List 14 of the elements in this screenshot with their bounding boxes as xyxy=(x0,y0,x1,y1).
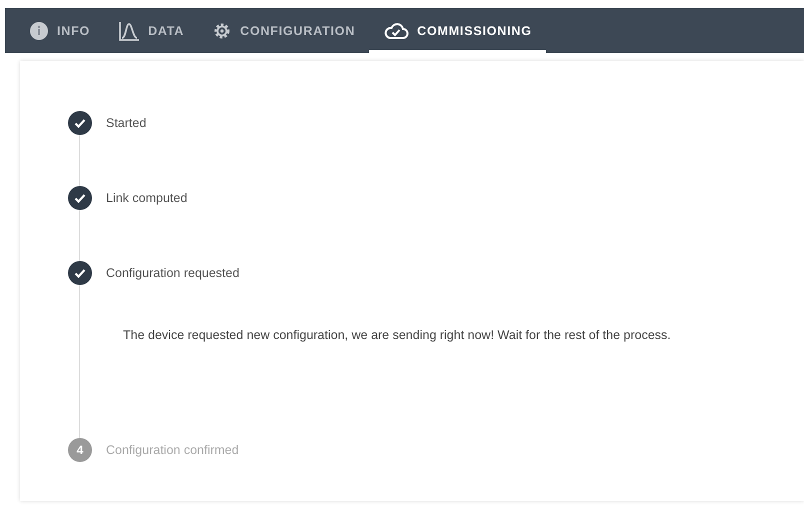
info-icon xyxy=(29,20,49,40)
gear-icon xyxy=(212,20,232,40)
cloud-check-icon xyxy=(383,20,410,40)
step-label: Configuration confirmed xyxy=(106,443,239,457)
tab[interactable]: CONFIGURATION xyxy=(198,11,370,53)
tab[interactable]: COMMISSIONING xyxy=(369,11,546,53)
step-label: Configuration requested xyxy=(106,266,240,280)
step-label: Started xyxy=(106,116,146,130)
step-number: 4 xyxy=(68,438,92,462)
tab[interactable]: INFO xyxy=(15,11,104,53)
step-label: Link computed xyxy=(106,191,188,205)
chart-icon xyxy=(118,20,140,40)
step-description: The device requested new configuration, we are sending right now! Wait for the rest of the process. xyxy=(123,327,672,344)
tab[interactable]: DATA xyxy=(104,11,198,53)
